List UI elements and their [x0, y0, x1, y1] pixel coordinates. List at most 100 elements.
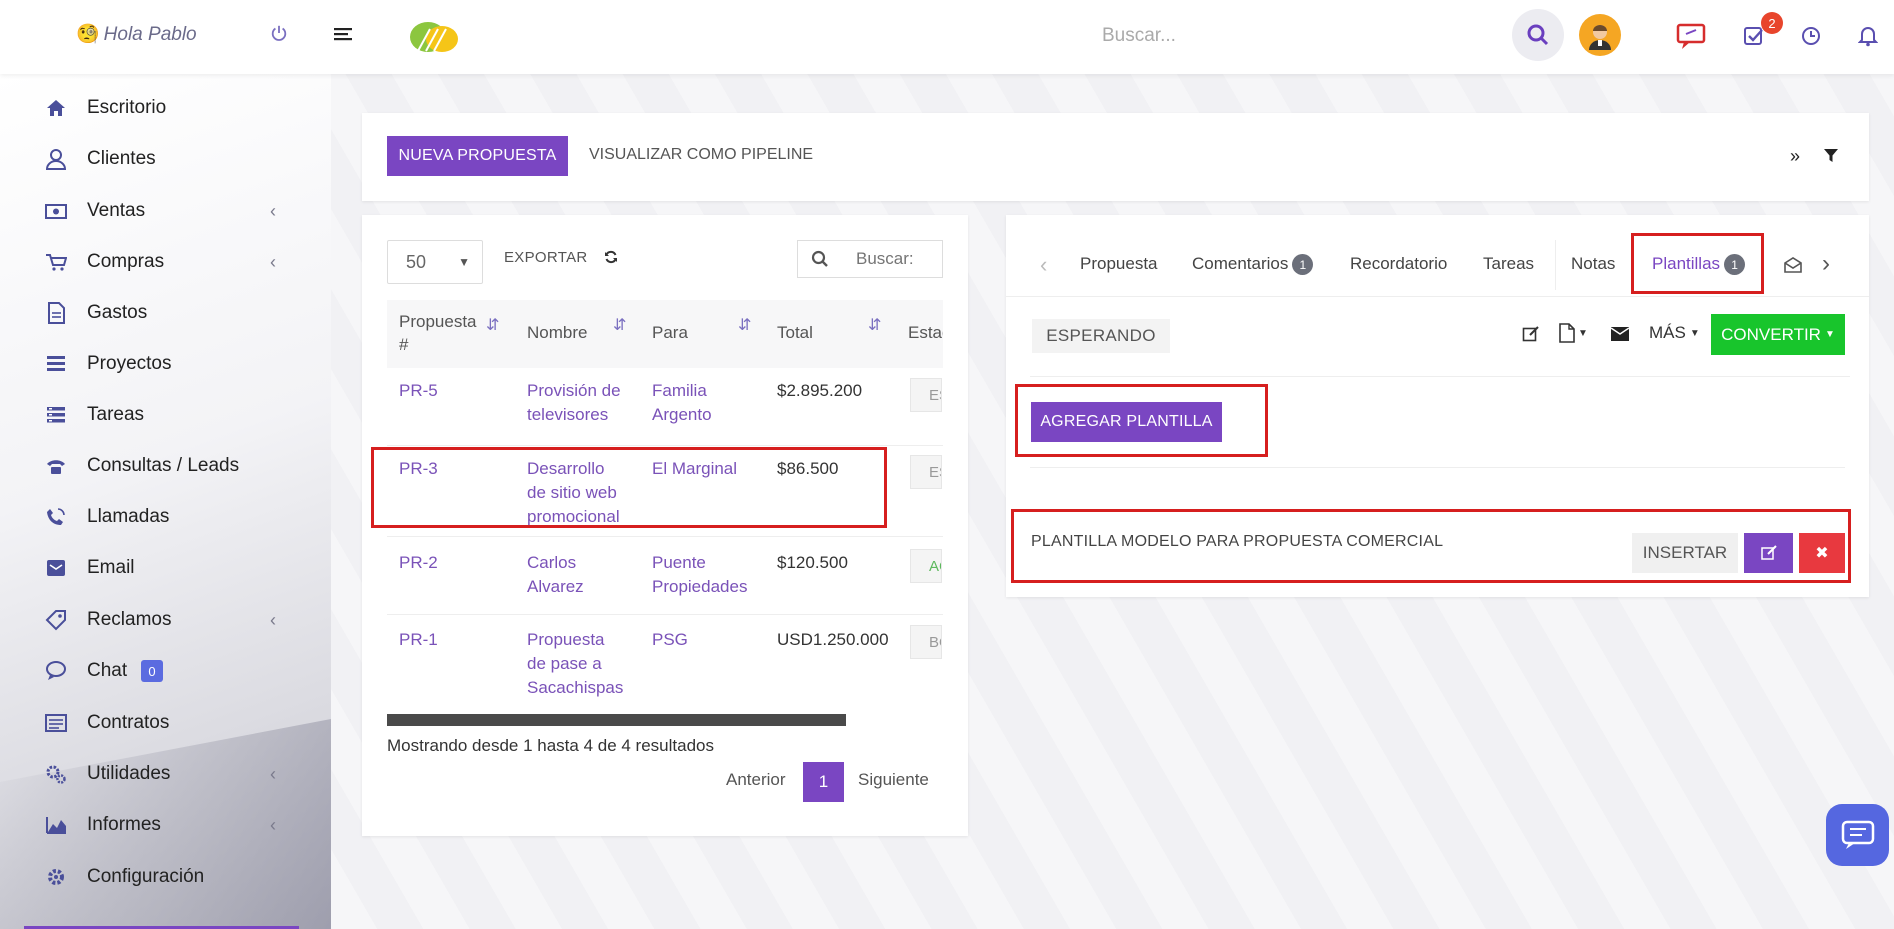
sidebar-item-chat[interactable]: Chat 0: [0, 651, 331, 691]
tabs-scroll-right-icon[interactable]: ›: [1822, 250, 1830, 278]
tab-notas[interactable]: Notas: [1571, 254, 1615, 274]
power-icon[interactable]: [268, 22, 290, 44]
pdf-dropdown-button[interactable]: ▼: [1559, 323, 1588, 343]
page-size-select[interactable]: 50 ▼: [387, 240, 483, 284]
chevron-left-icon: ‹: [270, 200, 276, 221]
sidebar-item-label: Configuración: [87, 866, 205, 887]
section-divider: [1030, 376, 1850, 377]
filter-icon[interactable]: [1824, 149, 1838, 168]
column-header-propuesta[interactable]: Propuesta #: [399, 310, 479, 356]
proposals-chat-icon[interactable]: [1674, 20, 1710, 52]
global-search-input[interactable]: [1100, 22, 1400, 50]
convert-label: CONVERTIR: [1721, 324, 1821, 344]
tabs-scroll-left-icon[interactable]: ‹: [1040, 252, 1047, 278]
proposal-name-link[interactable]: Carlos Alvarez: [527, 551, 584, 599]
proposal-name-link[interactable]: Propuesta de pase a Sacachispas: [527, 628, 623, 700]
new-proposal-button[interactable]: NUEVA PROPUESTA: [387, 136, 568, 176]
sidebar-item-contratos[interactable]: Contratos: [0, 703, 331, 743]
tab-recordatorio[interactable]: Recordatorio: [1350, 254, 1447, 274]
row-divider: [387, 445, 943, 446]
proposal-id-link[interactable]: PR-5: [399, 379, 438, 403]
column-header-estado[interactable]: Estado: [908, 323, 943, 343]
tab-propuesta[interactable]: Propuesta: [1080, 254, 1158, 274]
sort-icon[interactable]: ⇵: [613, 315, 626, 335]
bell-icon[interactable]: [1857, 24, 1879, 48]
sidebar-item-label: Proyectos: [87, 353, 172, 374]
sidebar-item-ventas[interactable]: Ventas ‹: [0, 191, 331, 231]
sidebar-item-escritorio[interactable]: Escritorio: [0, 88, 331, 128]
sidebar-item-label: Escritorio: [87, 97, 167, 118]
chevron-left-icon: ‹: [270, 609, 276, 630]
sidebar-item-informes[interactable]: Informes ‹: [0, 805, 331, 845]
horizontal-scrollbar[interactable]: [387, 714, 846, 726]
proposal-client-link[interactable]: Puente Propiedades: [652, 551, 747, 599]
section-divider: [1030, 467, 1845, 468]
pagination-page-1[interactable]: 1: [803, 762, 844, 802]
sidebar-item-consultas-leads[interactable]: Consultas / Leads: [0, 446, 331, 486]
table-info-text: Mostrando desde 1 hasta 4 de 4 resultado…: [387, 736, 714, 755]
sidebar-item-utilidades[interactable]: Utilidades ‹: [0, 754, 331, 794]
proposal-client-link[interactable]: Familia Argento: [652, 379, 712, 427]
sidebar-item-llamadas[interactable]: Llamadas: [0, 497, 331, 537]
tab-count-badge: 1: [1292, 254, 1314, 276]
tab-tareas[interactable]: Tareas: [1483, 254, 1534, 274]
menu-toggle-icon[interactable]: [332, 24, 356, 46]
highlight-box: [1015, 384, 1268, 457]
row-divider: [387, 536, 943, 537]
pagination-next[interactable]: Siguiente: [858, 770, 929, 790]
sidebar-item-label: Compras: [87, 251, 165, 272]
proposal-id-link[interactable]: PR-2: [399, 551, 438, 575]
avatar[interactable]: [1579, 14, 1621, 56]
proposal-id-link[interactable]: PR-1: [399, 628, 438, 652]
double-chevron-right-icon[interactable]: »: [1790, 146, 1800, 167]
tab-divider: [1555, 240, 1556, 290]
envelope-open-icon[interactable]: [1784, 256, 1802, 279]
tag-icon: [44, 608, 68, 632]
proposal-client-link[interactable]: PSG: [652, 628, 688, 652]
convert-dropdown-button[interactable]: CONVERTIR ▼: [1711, 314, 1845, 355]
pagination-previous[interactable]: Anterior: [726, 770, 786, 790]
greeting[interactable]: 🧐 Hola Pablo: [76, 22, 197, 46]
sidebar-item-email[interactable]: Email: [0, 548, 331, 588]
export-button[interactable]: EXPORTAR: [504, 249, 588, 266]
sort-icon[interactable]: ⇵: [868, 315, 881, 335]
status-badge: ACEPTADO: [910, 549, 942, 583]
proposal-name-link[interactable]: Provisión de televisores: [527, 379, 621, 427]
refresh-icon[interactable]: [604, 250, 618, 269]
highlight-box: [1011, 509, 1851, 583]
sidebar-item-proyectos[interactable]: Proyectos: [0, 344, 331, 384]
search-button[interactable]: [1512, 9, 1564, 61]
tab-comentarios[interactable]: Comentarios 1: [1192, 254, 1314, 276]
sidebar-item-reclamos[interactable]: Reclamos ‹: [0, 600, 331, 640]
sidebar-item-compras[interactable]: Compras ‹: [0, 242, 331, 282]
floating-chat-button[interactable]: [1826, 804, 1889, 866]
cart-icon: [44, 250, 68, 274]
sidebar-item-label: Email: [87, 557, 135, 578]
more-dropdown-button[interactable]: MÁS ▼: [1649, 323, 1700, 343]
list-icon: [44, 352, 68, 376]
proposal-name-line: Provisión de: [527, 381, 621, 400]
notifications-count-badge: 2: [1761, 12, 1783, 34]
edit-icon[interactable]: [1522, 325, 1540, 348]
table-search-input[interactable]: [842, 240, 943, 278]
clock-icon[interactable]: [1800, 25, 1822, 47]
chat-icon: [44, 659, 68, 683]
proposal-total: $2.895.200: [777, 381, 863, 400]
chat-icon: [1841, 820, 1874, 849]
sidebar-item-gastos[interactable]: Gastos: [0, 293, 331, 333]
sort-icon[interactable]: ⇵: [486, 315, 499, 335]
highlight-box: [1631, 233, 1764, 294]
sidebar-item-clientes[interactable]: Clientes: [0, 139, 331, 179]
sidebar-item-label: Utilidades: [87, 763, 171, 784]
client-name-line: Propiedades: [652, 577, 748, 596]
column-header-para[interactable]: Para: [652, 323, 688, 343]
sort-icon[interactable]: ⇵: [738, 315, 751, 335]
email-send-icon[interactable]: [1610, 327, 1630, 346]
sidebar-item-tareas[interactable]: Tareas: [0, 395, 331, 435]
column-header-nombre[interactable]: Nombre: [527, 323, 587, 343]
sidebar-item-label: Consultas / Leads: [87, 455, 240, 476]
column-header-total[interactable]: Total: [777, 323, 813, 343]
sidebar-item-configuración[interactable]: Configuración: [0, 857, 331, 897]
view-as-pipeline-link[interactable]: VISUALIZAR COMO PIPELINE: [589, 146, 813, 164]
table-search-button[interactable]: [797, 240, 843, 278]
